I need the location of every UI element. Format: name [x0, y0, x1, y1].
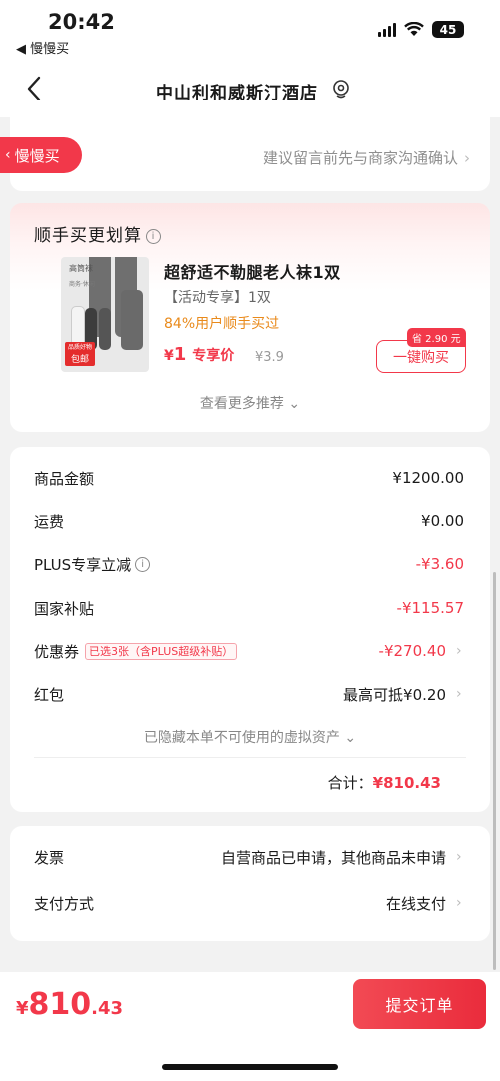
total-label: 合计：	[327, 774, 373, 792]
pill-label: 慢慢买	[14, 146, 60, 165]
info-icon[interactable]: i	[146, 229, 161, 244]
row-value: 自营商品已申请，其他商品未申请	[220, 848, 446, 867]
cellular-signal-icon	[378, 22, 396, 37]
order-total: 合计：¥810.43	[328, 772, 441, 793]
row-value: ¥1200.00	[392, 469, 464, 487]
chevron-right-icon: ›	[456, 895, 462, 911]
row-label: PLUS专享立减	[34, 555, 132, 574]
plus-discount-row: PLUS专享立减 i -¥3.60	[34, 552, 464, 576]
image-tag-top: 高筒袜	[69, 264, 93, 273]
product-bought-ratio: 84%用户顺手买过	[164, 316, 280, 332]
row-value: 最高可抵¥0.20	[343, 685, 446, 704]
amount-decimal: .43	[91, 998, 124, 1019]
merchant-notice-text: 建议留言前先与商家沟通确认	[262, 149, 458, 167]
image-sock	[121, 290, 143, 350]
product-image[interactable]: 高筒袜 商务·休闲 品质好物 包邮	[61, 257, 149, 372]
price-tag: 专享价	[192, 348, 235, 364]
product-price: ¥1 专享价	[164, 344, 234, 365]
recommend-card: 顺手买更划算 i 高筒袜 商务·休闲 品质好物 包邮 超舒适不勒腿老人袜1双 【活…	[10, 203, 490, 432]
row-label: 运费	[34, 512, 65, 531]
row-label: 红包	[34, 685, 65, 704]
submit-order-button[interactable]: 提交订单	[353, 979, 486, 1029]
scrollbar[interactable]	[493, 572, 496, 970]
price-value: 1	[173, 344, 187, 365]
hidden-assets-toggle[interactable]: 已隐藏本单不可使用的虚拟资产 ⌄	[10, 727, 490, 747]
national-subsidy-row: 国家补贴 -¥115.57	[34, 596, 464, 620]
checkout-bar: ¥810.43 提交订单	[0, 972, 500, 1081]
coupon-selected-tag: 已选3张（含PLUS超级补贴）	[85, 642, 238, 660]
pay-amount: ¥810.43	[16, 987, 123, 1022]
shipping-row: 运费 ¥0.00	[34, 509, 464, 533]
red-packet-row[interactable]: 红包 最高可抵¥0.20 ›	[34, 682, 464, 706]
row-label: 发票	[34, 848, 65, 867]
image-tag-sub: 商务·休闲	[69, 281, 95, 288]
status-icons: 45	[378, 21, 464, 38]
row-value: -¥115.57	[396, 599, 464, 617]
image-free-shipping-badge: 品质好物 包邮	[65, 342, 95, 366]
info-icon[interactable]: i	[135, 556, 151, 572]
goods-amount-row: 商品金额 ¥1200.00	[34, 466, 464, 490]
row-label: 优惠券	[34, 642, 80, 661]
amount-integer: 810	[28, 987, 92, 1022]
chevron-right-icon: ›	[464, 149, 470, 167]
home-indicator[interactable]	[162, 1064, 338, 1070]
see-more-recommend-link[interactable]: 查看更多推荐 ⌄	[10, 393, 490, 413]
wifi-icon	[404, 22, 424, 36]
row-label: 支付方式	[34, 894, 95, 913]
price-symbol: ¥	[164, 348, 174, 364]
payment-method-row[interactable]: 支付方式 在线支付 ›	[34, 891, 464, 915]
row-value: -¥3.60	[415, 555, 464, 573]
merchant-notice-link[interactable]: 建议留言前先与商家沟通确认 ›	[263, 147, 470, 168]
row-value: ¥0.00	[421, 512, 464, 530]
save-amount-badge: 省 2.90 元	[407, 328, 466, 347]
invoice-row[interactable]: 发票 自营商品已申请，其他商品未申请 ›	[34, 845, 464, 869]
recommend-title-text: 顺手买更划算	[34, 226, 142, 246]
product-name[interactable]: 超舒适不勒腿老人袜1双	[164, 259, 341, 283]
product-spec: 【活动专享】1双	[164, 290, 271, 306]
invoice-payment-card: 发票 自营商品已申请，其他商品未申请 › 支付方式 在线支付 ›	[10, 826, 490, 941]
status-bar: 20:42 ◀ 慢慢买 45	[0, 0, 500, 62]
chevron-right-icon: ›	[456, 849, 462, 865]
chevron-right-icon: ›	[456, 686, 462, 702]
status-time: 20:42	[48, 10, 115, 34]
row-label: 国家补贴	[34, 599, 95, 618]
chevron-left-icon: ‹	[5, 147, 11, 163]
coupon-row[interactable]: 优惠券 已选3张（含PLUS超级补贴） -¥270.40 ›	[34, 639, 464, 663]
row-value: -¥270.40	[378, 642, 446, 660]
price-summary-card: 商品金额 ¥1200.00 运费 ¥0.00 PLUS专享立减 i -¥3.60…	[10, 447, 490, 812]
image-sock	[99, 308, 111, 350]
row-value: 在线支付	[385, 894, 446, 913]
manmanmai-pill-button[interactable]: ‹ 慢慢买	[0, 137, 82, 173]
badge-line2: 包邮	[70, 355, 89, 365]
location-icon[interactable]	[330, 78, 352, 100]
divider	[34, 757, 466, 758]
row-label: 商品金额	[34, 469, 95, 488]
product-original-price: ¥3.9	[255, 350, 284, 365]
merchant-note-card	[10, 100, 490, 191]
chevron-right-icon: ›	[456, 643, 462, 659]
total-value: ¥810.43	[372, 774, 441, 792]
badge-line1: 品质好物	[67, 344, 92, 351]
back-to-app-link[interactable]: ◀ 慢慢买	[16, 38, 69, 57]
recommend-title: 顺手买更划算 i	[34, 221, 161, 246]
battery-icon: 45	[432, 21, 464, 38]
amount-symbol: ¥	[16, 998, 29, 1019]
